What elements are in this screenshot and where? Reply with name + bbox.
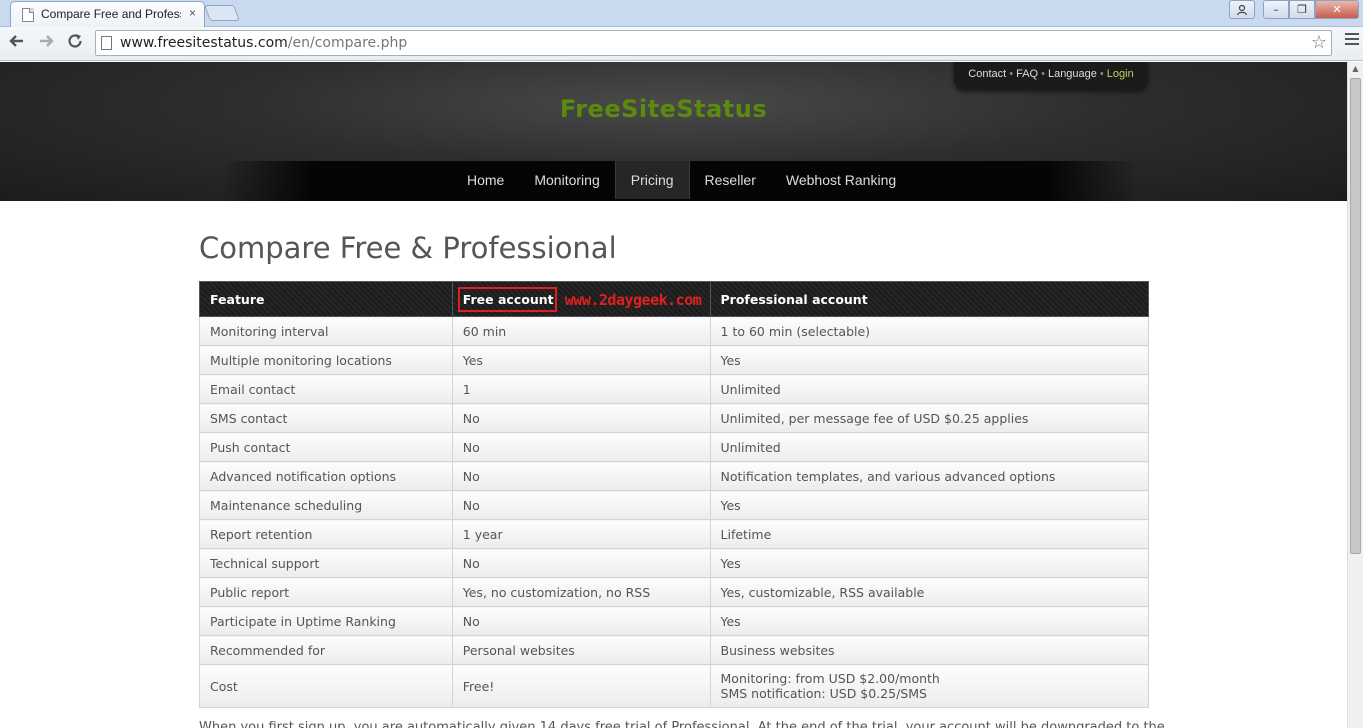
table-row: Maintenance scheduling No Yes	[199, 490, 1150, 520]
cell-professional: Business websites	[709, 635, 1150, 665]
cell-feature: Public report	[199, 577, 453, 607]
table-row: Advanced notification options No Notificat…	[199, 461, 1150, 491]
cell-professional: Notification templates, and various adva…	[709, 461, 1150, 491]
cell-feature: Cost	[199, 664, 453, 708]
header-professional-account: Professional account	[709, 281, 1150, 317]
table-row-cost: Cost Free! Monitoring: from USD $2.00/mo…	[199, 664, 1150, 708]
top-links: Contact • FAQ • Language • Login	[954, 62, 1148, 90]
cell-professional: Yes	[709, 490, 1150, 520]
cell-professional: Unlimited	[709, 374, 1150, 404]
header-feature: Feature	[199, 281, 453, 317]
cell-free: Yes	[451, 345, 711, 375]
login-link[interactable]: Login	[1107, 68, 1134, 80]
url-text: www.freesitestatus.com/en/compare.php	[120, 35, 408, 51]
cell-professional: Yes	[709, 606, 1150, 636]
nav-item-reseller[interactable]: Reseller	[690, 161, 771, 199]
table-row: Participate in Uptime Ranking No Yes	[199, 606, 1150, 636]
cell-professional: 1 to 60 min (selectable)	[709, 316, 1150, 346]
browser-titlebar: Compare Free and Profess × – ❐ ✕	[0, 0, 1363, 27]
cell-feature: SMS contact	[199, 403, 453, 433]
page-title: Compare Free & Professional	[199, 231, 617, 265]
reload-icon[interactable]	[64, 32, 86, 54]
highlight-box	[457, 287, 557, 312]
page-viewport: Contact • FAQ • Language • Login FreeSiteStatu…	[0, 62, 1347, 728]
cell-free: 1 year	[451, 519, 711, 549]
cell-professional: Lifetime	[709, 519, 1150, 549]
cell-professional: Unlimited, per message fee of USD $0.25 …	[709, 403, 1150, 433]
nav-item-monitoring[interactable]: Monitoring	[519, 161, 614, 199]
cell-feature: Maintenance scheduling	[199, 490, 453, 520]
cell-free: Yes, no customization, no RSS	[451, 577, 711, 607]
back-arrow-icon[interactable]	[6, 32, 28, 54]
table-row: SMS contact No Unlimited, per message fee …	[199, 403, 1150, 433]
cell-free: No	[451, 606, 711, 636]
close-window-button[interactable]: ✕	[1315, 0, 1359, 19]
bookmark-star-icon[interactable]: ☆	[1311, 32, 1327, 53]
cell-free: No	[451, 432, 711, 462]
nav-item-webhost-ranking[interactable]: Webhost Ranking	[771, 161, 911, 199]
table-row: Push contact No Unlimited	[199, 432, 1150, 462]
nav-item-home[interactable]: Home	[452, 161, 519, 199]
tab-title: Compare Free and Profess	[41, 7, 181, 21]
browser-menu-icon[interactable]	[1345, 33, 1359, 47]
minimize-button[interactable]: –	[1263, 0, 1289, 19]
vertical-scrollbar[interactable]: ▲	[1347, 62, 1363, 728]
address-bar[interactable]: www.freesitestatus.com/en/compare.php ☆	[95, 30, 1332, 56]
table-row: Multiple monitoring locations Yes Yes	[199, 345, 1150, 375]
cell-feature: Recommended for	[199, 635, 453, 665]
faq-link[interactable]: FAQ	[1016, 68, 1038, 80]
scroll-up-arrow-icon[interactable]: ▲	[1348, 62, 1363, 76]
cell-free: 60 min	[451, 316, 711, 346]
scroll-thumb[interactable]	[1350, 78, 1361, 554]
cell-feature: Report retention	[199, 519, 453, 549]
new-tab-button[interactable]	[204, 5, 240, 21]
cell-free: No	[451, 548, 711, 578]
table-row: Technical support No Yes	[199, 548, 1150, 578]
cell-professional: Yes, customizable, RSS available	[709, 577, 1150, 607]
page-favicon-icon	[22, 8, 34, 22]
site-logo[interactable]: FreeSiteStatus	[0, 95, 1327, 123]
cell-professional: Unlimited	[709, 432, 1150, 462]
main-nav: Home Monitoring Pricing Reseller Webhost…	[220, 161, 1140, 201]
cell-free: No	[451, 490, 711, 520]
header-free-account: Free account www.2daygeek.com	[451, 281, 711, 317]
table-row: Recommended for Personal websites Business…	[199, 635, 1150, 665]
cell-feature: Advanced notification options	[199, 461, 453, 491]
browser-tab[interactable]: Compare Free and Profess ×	[10, 1, 205, 27]
tab-close-icon[interactable]: ×	[189, 6, 196, 20]
cell-free: Free!	[451, 664, 711, 708]
cell-feature: Monitoring interval	[199, 316, 453, 346]
table-row: Email contact 1 Unlimited	[199, 374, 1150, 404]
window-controls: – ❐ ✕	[1229, 0, 1359, 19]
forward-arrow-icon[interactable]	[35, 32, 57, 54]
maximize-button[interactable]: ❐	[1289, 0, 1315, 19]
cell-feature: Participate in Uptime Ranking	[199, 606, 453, 636]
cell-feature: Technical support	[199, 548, 453, 578]
cell-professional: Yes	[709, 548, 1150, 578]
contact-link[interactable]: Contact	[968, 68, 1006, 80]
table-row: Public report Yes, no customization, no R…	[199, 577, 1150, 607]
nav-item-pricing[interactable]: Pricing	[614, 161, 690, 199]
cell-free: 1	[451, 374, 711, 404]
cell-free: No	[451, 403, 711, 433]
cell-feature: Multiple monitoring locations	[199, 345, 453, 375]
table-row: Monitoring interval 60 min 1 to 60 min (se…	[199, 316, 1150, 346]
cell-feature: Email contact	[199, 374, 453, 404]
comparison-table: Feature Free account www.2daygeek.com Pr…	[199, 281, 1150, 708]
cell-professional: Yes	[709, 345, 1150, 375]
trial-info-text: When you first sign up, you are automati…	[199, 720, 1165, 728]
page-icon	[101, 36, 112, 50]
cell-free: Personal websites	[451, 635, 711, 665]
browser-toolbar: www.freesitestatus.com/en/compare.php ☆	[0, 27, 1363, 61]
user-icon[interactable]	[1229, 0, 1255, 19]
cell-feature: Push contact	[199, 432, 453, 462]
cell-professional: Monitoring: from USD $2.00/month SMS noti…	[709, 664, 1150, 708]
table-row: Report retention 1 year Lifetime	[199, 519, 1150, 549]
language-link[interactable]: Language	[1048, 68, 1097, 80]
site-header: Contact • FAQ • Language • Login FreeSiteStatu…	[0, 62, 1347, 201]
watermark-text: www.2daygeek.com	[564, 291, 702, 309]
table-header-row: Feature Free account www.2daygeek.com Pr…	[199, 281, 1150, 317]
cell-free: No	[451, 461, 711, 491]
